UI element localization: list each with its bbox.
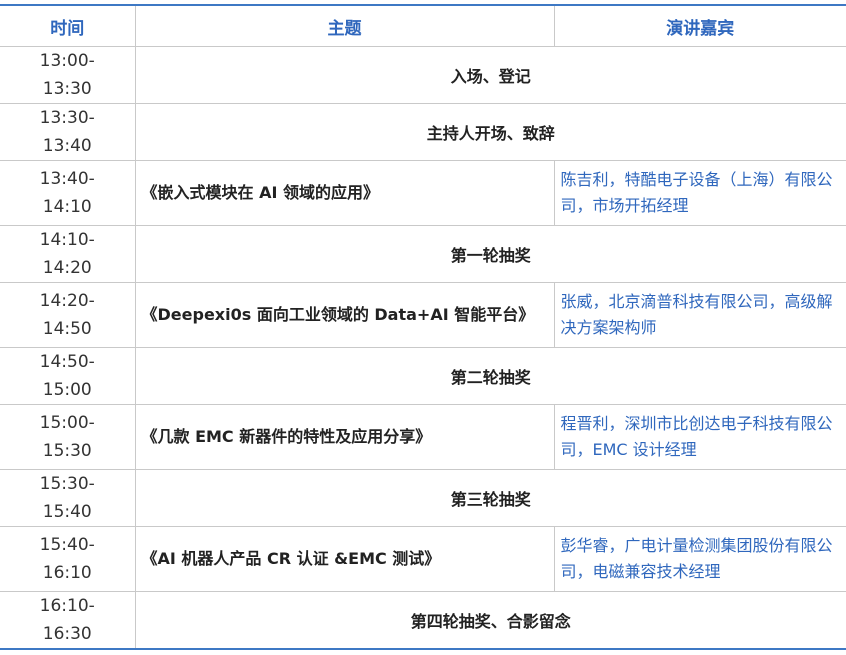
- time-cell: 15:00- 15:30: [0, 404, 136, 470]
- time-cell: 15:30- 15:40: [0, 469, 136, 527]
- session-title: 主持人开场、致辞: [134, 103, 846, 161]
- header-row: 时间 主题 演讲嘉宾: [0, 4, 846, 47]
- time-cell: 13:30- 13:40: [0, 103, 136, 161]
- table-row: 16:10- 16:30 第四轮抽奖、合影留念: [0, 591, 846, 650]
- time-cell: 14:50- 15:00: [0, 347, 136, 405]
- time-end: 15:00: [42, 380, 92, 400]
- time-cell: 16:10- 16:30: [0, 591, 136, 650]
- time-start: 15:40-: [39, 535, 95, 555]
- talk-title: 《嵌入式模块在 AI 领域的应用》: [134, 160, 555, 226]
- session-title: 入场、登记: [134, 46, 846, 104]
- time-end: 13:40: [42, 136, 92, 156]
- time-start: 15:30-: [39, 474, 95, 494]
- table-row: 14:10- 14:20 第一轮抽奖: [0, 225, 846, 283]
- session-title: 第二轮抽奖: [134, 347, 846, 405]
- speaker-info: 程晋利，深圳市比创达电子科技有限公司，EMC 设计经理: [553, 404, 846, 470]
- speaker-info: 陈吉利，特酷电子设备（上海）有限公司，市场开拓经理: [553, 160, 846, 226]
- time-end: 15:30: [42, 441, 92, 461]
- time-end: 15:40: [42, 502, 92, 522]
- time-cell: 15:40- 16:10: [0, 526, 136, 592]
- table-row: 15:00- 15:30 《几款 EMC 新器件的特性及应用分享》 程晋利，深圳市…: [0, 404, 846, 470]
- talk-title: 《Deepexi0s 面向工业领域的 Data+AI 智能平台》: [134, 282, 555, 348]
- time-start: 14:50-: [39, 352, 95, 372]
- time-start: 13:40-: [39, 169, 95, 189]
- time-start: 14:20-: [39, 291, 95, 311]
- session-title: 第三轮抽奖: [134, 469, 846, 527]
- time-cell: 13:00- 13:30: [0, 46, 136, 104]
- speaker-info: 张威，北京滴普科技有限公司，高级解决方案架构师: [553, 282, 846, 348]
- time-end: 14:50: [42, 319, 92, 339]
- time-end: 16:10: [42, 563, 92, 583]
- time-cell: 14:20- 14:50: [0, 282, 136, 348]
- session-title: 第四轮抽奖、合影留念: [134, 591, 846, 650]
- time-start: 13:30-: [39, 108, 95, 128]
- time-start: 16:10-: [39, 596, 95, 616]
- talk-title: 《AI 机器人产品 CR 认证 &EMC 测试》: [134, 526, 555, 592]
- table-row: 15:40- 16:10 《AI 机器人产品 CR 认证 &EMC 测试》 彭华睿…: [0, 526, 846, 592]
- agenda-table: 时间 主题 演讲嘉宾 13:00- 13:30 入场、登记 13:30- 13:40…: [0, 4, 846, 650]
- table-row: 14:50- 15:00 第二轮抽奖: [0, 347, 846, 405]
- time-cell: 13:40- 14:10: [0, 160, 136, 226]
- table-row: 13:30- 13:40 主持人开场、致辞: [0, 103, 846, 161]
- table-row: 13:40- 14:10 《嵌入式模块在 AI 领域的应用》 陈吉利，特酷电子设备…: [0, 160, 846, 226]
- table-row: 15:30- 15:40 第三轮抽奖: [0, 469, 846, 527]
- time-start: 13:00-: [39, 51, 95, 71]
- talk-title: 《几款 EMC 新器件的特性及应用分享》: [134, 404, 555, 470]
- session-title: 第一轮抽奖: [134, 225, 846, 283]
- time-start: 14:10-: [39, 230, 95, 250]
- time-cell: 14:10- 14:20: [0, 225, 136, 283]
- table-row: 14:20- 14:50 《Deepexi0s 面向工业领域的 Data+AI 智…: [0, 282, 846, 348]
- time-end: 13:30: [42, 79, 92, 99]
- time-end: 16:30: [42, 624, 92, 644]
- speaker-info: 彭华睿，广电计量检测集团股份有限公司，电磁兼容技术经理: [553, 526, 846, 592]
- header-time: 时间: [0, 4, 136, 47]
- time-end: 14:20: [42, 258, 92, 278]
- header-topic: 主题: [134, 4, 555, 47]
- table-row: 13:00- 13:30 入场、登记: [0, 46, 846, 104]
- time-start: 15:00-: [39, 413, 95, 433]
- header-speaker: 演讲嘉宾: [553, 4, 846, 47]
- time-end: 14:10: [42, 197, 92, 217]
